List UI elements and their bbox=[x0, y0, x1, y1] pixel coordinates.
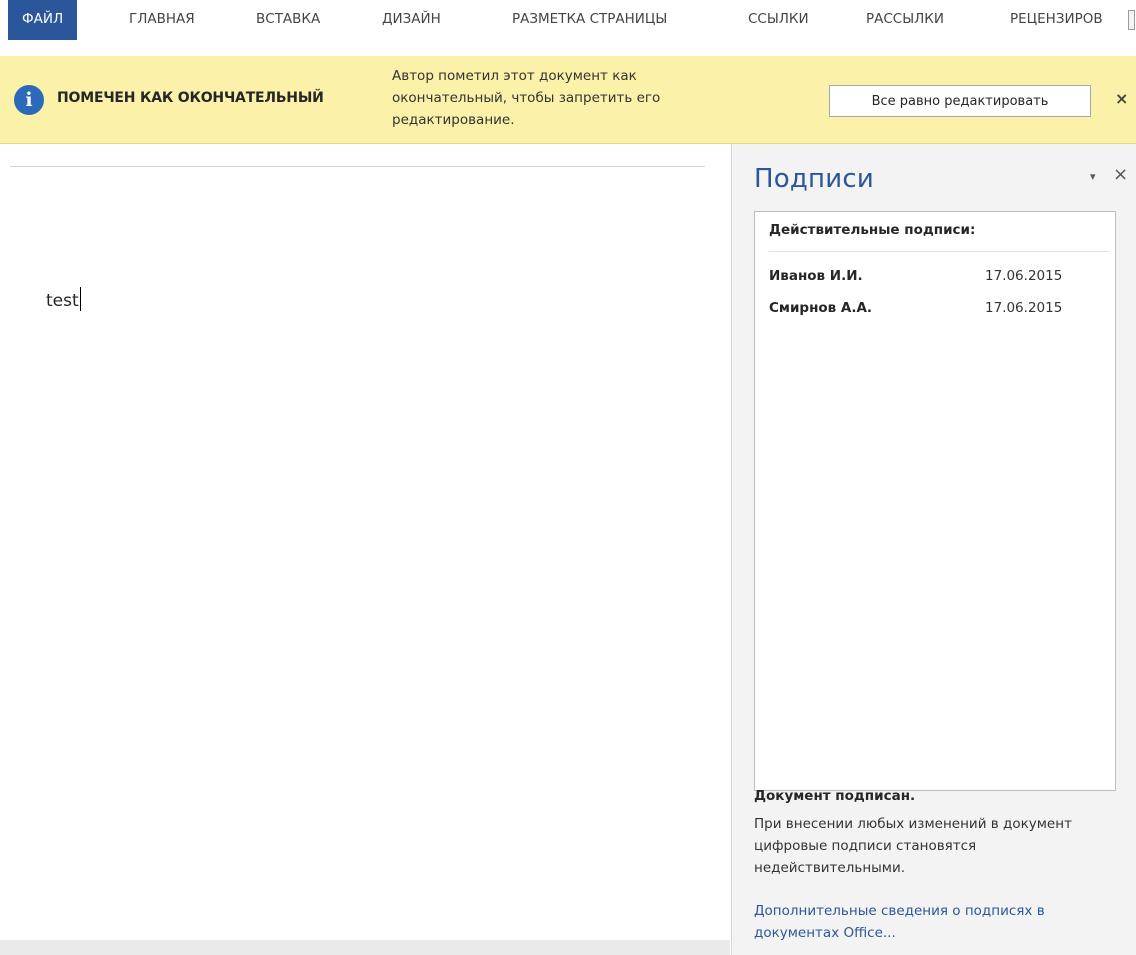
signatures-pane: Подписи ▾ × Действительные подписи: Иван… bbox=[731, 144, 1136, 955]
signatures-info-link[interactable]: Дополнительные сведения о подписях в док… bbox=[754, 900, 1119, 944]
edit-anyway-button[interactable]: Все равно редактировать bbox=[829, 85, 1091, 117]
pane-title: Подписи bbox=[754, 164, 874, 194]
ribbon-tab-bar: ФАЙЛ ГЛАВНАЯ ВСТАВКА ДИЗАЙН РАЗМЕТКА СТР… bbox=[0, 0, 1136, 56]
text-cursor bbox=[79, 287, 81, 311]
signature-row[interactable]: Иванов И.И. 17.06.2015 bbox=[769, 268, 1099, 292]
tab-review[interactable]: РЕЦЕНЗИРОВ bbox=[1010, 0, 1103, 38]
pane-close-icon[interactable]: × bbox=[1113, 164, 1128, 185]
signature-description: При внесении любых изменений в документ … bbox=[754, 816, 1072, 876]
signature-status: Документ подписан. bbox=[754, 788, 916, 804]
tab-file[interactable]: ФАЙЛ bbox=[8, 0, 78, 40]
close-icon[interactable]: × bbox=[1115, 89, 1128, 108]
document-area: test bbox=[0, 144, 730, 955]
tab-mailings[interactable]: РАССЫЛКИ bbox=[866, 0, 944, 38]
tab-design[interactable]: ДИЗАЙН bbox=[382, 0, 441, 38]
document-text-content: test bbox=[46, 291, 79, 311]
marked-as-final-bar: i ПОМЕЧЕН КАК ОКОНЧАТЕЛЬНЫЙ Автор помети… bbox=[0, 56, 1136, 144]
tab-home[interactable]: ГЛАВНАЯ bbox=[129, 0, 195, 38]
document-top-margin bbox=[0, 144, 730, 166]
tab-page-layout[interactable]: РАЗМЕТКА СТРАНИЦЫ bbox=[512, 0, 667, 38]
document-text[interactable]: test bbox=[46, 287, 81, 311]
signer-name: Иванов И.И. bbox=[769, 268, 863, 284]
message-bar-title: ПОМЕЧЕН КАК ОКОНЧАТЕЛЬНЫЙ bbox=[57, 90, 324, 106]
message-bar-text: Автор пометил этот документ как окончате… bbox=[392, 68, 661, 128]
info-icon: i bbox=[14, 85, 44, 115]
signatures-list-header: Действительные подписи: bbox=[769, 222, 1109, 252]
tab-overflow-clip: РЕЦЕНЗИРОВ bbox=[1010, 0, 1136, 38]
chevron-down-icon[interactable]: ▾ bbox=[1090, 170, 1096, 183]
tab-references[interactable]: ССЫЛКИ bbox=[748, 0, 809, 38]
ribbon-scroll-edge[interactable] bbox=[1128, 10, 1135, 30]
signatures-list: Действительные подписи: Иванов И.И. 17.0… bbox=[754, 211, 1116, 791]
signature-date: 17.06.2015 bbox=[985, 268, 1063, 284]
tab-insert[interactable]: ВСТАВКА bbox=[256, 0, 320, 38]
signature-date: 17.06.2015 bbox=[985, 300, 1063, 316]
signature-row[interactable]: Смирнов А.А. 17.06.2015 bbox=[769, 300, 1099, 324]
signer-name: Смирнов А.А. bbox=[769, 300, 873, 316]
document-bottom-margin bbox=[0, 940, 730, 955]
document-page[interactable]: test bbox=[10, 166, 705, 941]
